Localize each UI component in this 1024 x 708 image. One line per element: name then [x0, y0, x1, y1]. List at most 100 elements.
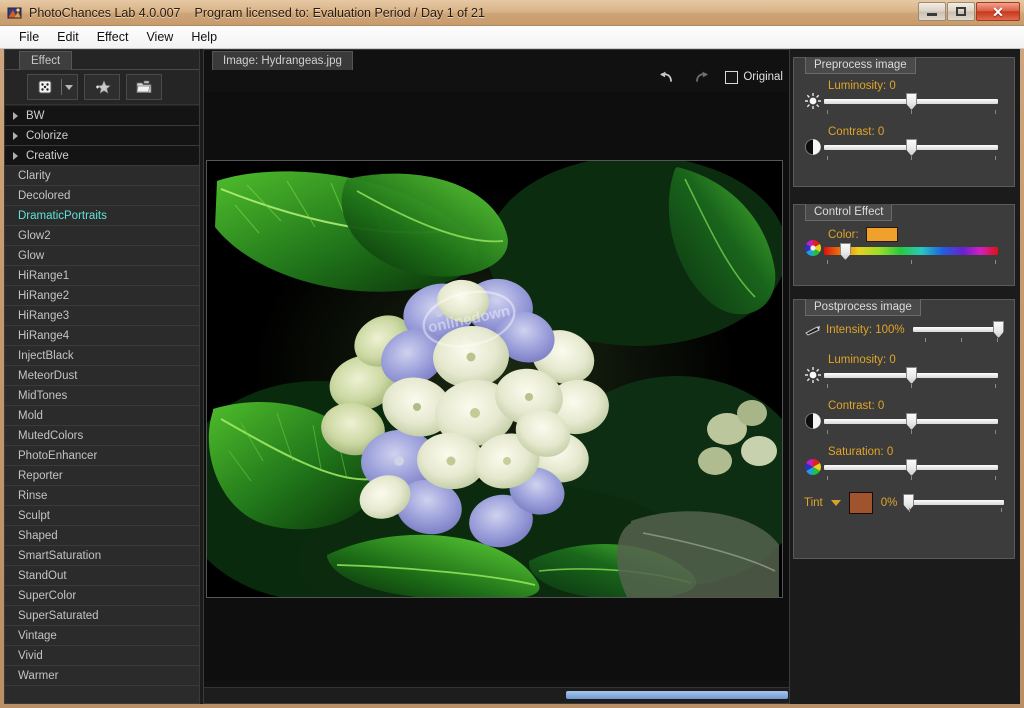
saturation-slider[interactable]: [824, 459, 998, 476]
contrast-icon: [804, 412, 822, 430]
effect-category-creative[interactable]: Creative: [5, 146, 199, 166]
intensity-slider-thumb[interactable]: [993, 321, 1004, 338]
effect-item-decolored[interactable]: Decolored: [5, 186, 199, 206]
hydrangea-photo: onlinedown 下 载 站: [207, 161, 782, 597]
effect-item-hirange4[interactable]: HiRange4: [5, 326, 199, 346]
sun-icon: [804, 92, 822, 110]
effect-item-standout[interactable]: StandOut: [5, 566, 199, 586]
contrast-slider[interactable]: [824, 413, 998, 430]
luminosity-slider[interactable]: [824, 93, 998, 110]
contrast-slider-thumb[interactable]: [906, 413, 917, 430]
intensity-slider[interactable]: [912, 321, 1004, 338]
chevron-down-icon[interactable]: [65, 84, 73, 90]
image-canvas[interactable]: onlinedown 下 载 站: [204, 92, 789, 681]
effect-item-meteordust[interactable]: MeteorDust: [5, 366, 199, 386]
postprocess-group: Postprocess image Intensity: 100% Lumino…: [793, 299, 1015, 559]
chevron-right-icon: [13, 131, 18, 140]
license-text: Program licensed to: Evaluation Period /…: [194, 5, 485, 20]
menu-help[interactable]: Help: [182, 28, 226, 46]
effect-item-vintage[interactable]: Vintage: [5, 626, 199, 646]
luminosity-slider-thumb[interactable]: [906, 367, 917, 384]
postprocess-title: Postprocess image: [805, 299, 921, 316]
effect-item-dramaticportraits[interactable]: DramaticPortraits: [5, 206, 199, 226]
random-effect-group: [27, 74, 78, 100]
undo-arrow-icon[interactable]: [657, 68, 677, 86]
maximize-icon: [956, 7, 966, 16]
effect-item-midtones[interactable]: MidTones: [5, 386, 199, 406]
effect-category-colorize[interactable]: Colorize: [5, 126, 199, 146]
effect-item-vivid[interactable]: Vivid: [5, 646, 199, 666]
effect-item-smartsaturation[interactable]: SmartSaturation: [5, 546, 199, 566]
minimize-button[interactable]: [918, 2, 946, 21]
luminosity-slider-thumb[interactable]: [906, 93, 917, 110]
tint-color-swatch[interactable]: [848, 492, 873, 514]
menu-view[interactable]: View: [137, 28, 182, 46]
tint-row: Tint 0%: [804, 492, 1004, 514]
tint-slider[interactable]: [903, 494, 1004, 512]
effect-item-hirange2[interactable]: HiRange2: [5, 286, 199, 306]
horizontal-scrollbar[interactable]: [204, 687, 789, 703]
effect-item-supersaturated[interactable]: SuperSaturated: [5, 606, 199, 626]
saturation-tick-row: [824, 476, 998, 484]
effect-item-glow[interactable]: Glow: [5, 246, 199, 266]
saturation-slider-thumb[interactable]: [906, 459, 917, 476]
maximize-button[interactable]: [947, 2, 975, 21]
star-icon[interactable]: [89, 76, 115, 98]
menu-effect[interactable]: Effect: [88, 28, 138, 46]
luminosity-slider[interactable]: [824, 367, 998, 384]
photo-preview[interactable]: onlinedown 下 载 站: [206, 160, 783, 598]
effect-item-reporter[interactable]: Reporter: [5, 466, 199, 486]
contrast-icon: [804, 138, 822, 156]
contrast-slider[interactable]: [824, 139, 998, 156]
effect-item-mutedcolors[interactable]: MutedColors: [5, 426, 199, 446]
effect-item-injectblack[interactable]: InjectBlack: [5, 346, 199, 366]
effect-item-shaped[interactable]: Shaped: [5, 526, 199, 546]
effect-item-sculpt[interactable]: Sculpt: [5, 506, 199, 526]
chevron-down-icon[interactable]: [830, 500, 841, 506]
effect-color-row: Color:: [804, 227, 1004, 268]
intensity-slider-track: [912, 327, 998, 332]
image-tab-strip: Image: Hydrangeas.jpg: [204, 50, 789, 70]
window-controls: ✕: [918, 2, 1020, 21]
original-checkbox[interactable]: [725, 70, 739, 84]
effect-item-hirange3[interactable]: HiRange3: [5, 306, 199, 326]
scrollbar-thumb[interactable]: [566, 691, 788, 699]
contrast-control: Contrast: 0: [804, 126, 1004, 164]
menu-file[interactable]: File: [10, 28, 48, 46]
effect-panel: Effect BW Colorize Creative Clarity Deco…: [4, 49, 200, 704]
contrast-slider-thumb[interactable]: [906, 139, 917, 156]
effect-list[interactable]: BW Colorize Creative Clarity Decolored Dram…: [5, 106, 199, 703]
tab-image-filename[interactable]: Image: Hydrangeas.jpg: [212, 51, 353, 70]
tab-effect[interactable]: Effect: [19, 51, 73, 70]
close-button[interactable]: ✕: [976, 2, 1020, 21]
sun-icon: [804, 366, 822, 384]
dice-icon[interactable]: [32, 76, 58, 98]
tint-percent: 0%: [880, 497, 898, 509]
app-title: PhotoChances Lab 4.0.007: [29, 5, 181, 20]
minimize-icon: [927, 13, 937, 16]
original-checkbox-wrapper[interactable]: Original: [725, 70, 783, 84]
effect-item-supercolor[interactable]: SuperColor: [5, 586, 199, 606]
effect-item-rinse[interactable]: Rinse: [5, 486, 199, 506]
effect-category-bw[interactable]: BW: [5, 106, 199, 126]
effect-item-clarity[interactable]: Clarity: [5, 166, 199, 186]
preprocess-title: Preprocess image: [805, 57, 916, 74]
contrast-control: Contrast: 0: [804, 400, 1004, 438]
effect-item-hirange1[interactable]: HiRange1: [5, 266, 199, 286]
luminosity-label: Luminosity: 0: [828, 354, 896, 366]
hue-slider[interactable]: [824, 243, 998, 260]
preprocess-group: Preprocess image Luminosity: 0 Contrast:…: [793, 57, 1015, 187]
menu-edit[interactable]: Edit: [48, 28, 88, 46]
hue-slider-thumb[interactable]: [839, 243, 851, 260]
effect-tab-strip: Effect: [5, 50, 199, 70]
effect-item-glow2[interactable]: Glow2: [5, 226, 199, 246]
color-wheel-icon: [804, 458, 822, 476]
redo-arrow-icon[interactable]: [691, 68, 711, 86]
effect-item-photoenhancer[interactable]: PhotoEnhancer: [5, 446, 199, 466]
application-window: PhotoChances Lab 4.0.007 Program license…: [0, 0, 1024, 708]
effect-item-warmer[interactable]: Warmer: [5, 666, 199, 686]
effect-item-mold[interactable]: Mold: [5, 406, 199, 426]
effect-color-swatch[interactable]: [865, 227, 898, 242]
folder-icon[interactable]: [131, 76, 157, 98]
contrast-label: Contrast: 0: [828, 400, 885, 412]
